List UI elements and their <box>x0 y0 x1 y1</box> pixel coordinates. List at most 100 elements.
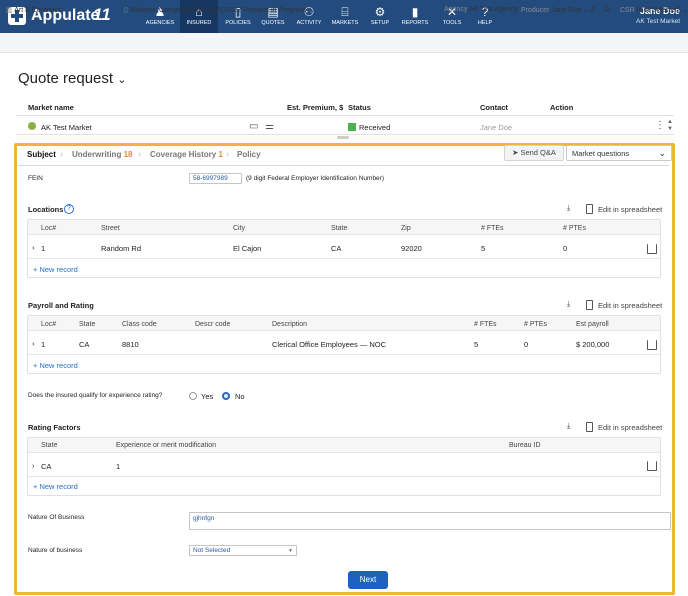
table-cell: $ 200,000 <box>576 340 610 349</box>
rating-factors-title: Rating Factors <box>28 423 81 432</box>
table-cell: Random Rd <box>101 244 142 253</box>
delete-icon[interactable] <box>647 340 657 350</box>
col-header: Class code <box>122 321 157 328</box>
col-header: Experience or merit modification <box>116 442 216 449</box>
col-header: State <box>331 225 348 232</box>
reports-icon: ▮ <box>411 5 419 19</box>
chevron-down-icon: ⌄ <box>308 7 315 14</box>
edit-in-spreadsheet-link[interactable]: Edit in spreadsheet <box>586 300 662 310</box>
table-cell: Clerical Office Employees — NOC <box>272 340 387 349</box>
chevron-right-icon: › <box>138 149 141 159</box>
experience-no-label[interactable]: No <box>235 392 245 401</box>
market-questions-select[interactable]: Market questions ⌄ <box>566 145 672 161</box>
download-icon[interactable]: ⤓ <box>567 299 570 309</box>
download-icon[interactable]: ⤓ <box>567 421 570 431</box>
agency-info: Agency AK Test Agency <box>444 6 518 13</box>
help-icon[interactable]: ? <box>64 204 74 214</box>
new-record-link[interactable]: + New record <box>33 361 78 370</box>
nature-of-business-input[interactable]: gjhnfgn <box>189 512 671 530</box>
setup-icon: ⚙ <box>374 5 386 19</box>
edit-in-spreadsheet-link[interactable]: Edit in spreadsheet <box>586 204 662 214</box>
chevron-right-icon: › <box>226 149 229 159</box>
nav-policies[interactable]: ▯ POLICIES <box>219 0 257 33</box>
page-title[interactable]: Quote request ⌄ <box>18 70 126 87</box>
new-record-link[interactable]: + New record <box>33 482 78 491</box>
next-button[interactable]: Next <box>348 571 388 589</box>
delete-icon[interactable] <box>647 461 657 471</box>
delete-icon[interactable] <box>647 244 657 254</box>
table-cell: 5 <box>474 340 479 349</box>
phone-icon[interactable]: ✆ <box>590 6 596 14</box>
csr-selector[interactable]: CSR [Not Selected] ⌄ <box>620 6 688 14</box>
file-icon <box>586 300 593 310</box>
edit-in-spreadsheet-link[interactable]: Edit in spreadsheet <box>586 422 662 432</box>
brand-mark: 11 <box>93 5 111 24</box>
table-cell: 0 <box>524 340 529 349</box>
nature-of-business-select[interactable]: Not Selected ▼ <box>189 545 297 556</box>
locations-title: Locations <box>28 205 64 214</box>
insured-breadcrumb[interactable]: ▥ Art & Ceramics <box>6 6 61 14</box>
col-header: Est payroll <box>576 321 609 328</box>
more-options-icon[interactable]: ⋮ <box>655 120 665 131</box>
col-header: # FTEs <box>474 321 497 328</box>
fax-icon[interactable]: ⎙ <box>604 6 610 14</box>
contact-name[interactable]: Jane Doe <box>480 123 512 132</box>
producer-selector[interactable]: Producer Jane Doe ⌄ <box>521 6 589 14</box>
expand-row-icon[interactable]: › <box>32 243 35 252</box>
market-logo-icon <box>28 122 36 130</box>
nav-agencies[interactable]: ♟ AGENCIES <box>141 0 179 33</box>
col-header: # PTEs <box>524 321 547 328</box>
settings-sliders-icon[interactable]: ⚌ <box>265 121 274 132</box>
chat-icon[interactable]: ▭ <box>249 121 258 132</box>
markets-icon: ⌸ <box>341 5 349 19</box>
lob-selector[interactable]: ▯ Workers' Compensation 08/21/2022 Reque… <box>124 6 314 14</box>
caret-down-icon: ▼ <box>288 548 293 554</box>
tab-policy[interactable]: Policy <box>237 150 261 159</box>
experience-yes-label[interactable]: Yes <box>201 392 213 401</box>
status-color-icon <box>348 123 356 131</box>
send-qa-button[interactable]: ➤ Send Q&A <box>504 145 564 161</box>
table-cell: 1 <box>41 340 46 349</box>
experience-question: Does the insured qualify for experience … <box>28 392 163 399</box>
tab-underwriting[interactable]: Underwriting 18 <box>72 150 132 159</box>
nav-quotes[interactable]: ▤ QUOTES <box>254 0 292 33</box>
fein-input[interactable]: 58-6997989 <box>189 173 242 184</box>
col-market-name: Market name <box>28 103 74 112</box>
col-action: Action <box>550 103 574 112</box>
nav-insured[interactable]: ⌂ INSURED <box>180 0 218 33</box>
top-navigation-bar: Appulate 11 ♟ AGENCIES ⌂ INSURED ▯ POLICIES… <box>0 0 688 33</box>
context-bar <box>0 33 688 53</box>
market-name[interactable]: AK Test Market <box>41 123 92 132</box>
table-cell: CA <box>41 462 52 471</box>
nav-reports[interactable]: ▮ REPORTS <box>396 0 434 33</box>
experience-yes-radio[interactable] <box>189 392 197 400</box>
tab-coverage-history[interactable]: Coverage History 1 <box>150 150 223 159</box>
divider <box>16 134 674 135</box>
scroll-arrows-icon[interactable]: ▲ ▼ <box>667 119 673 133</box>
nav-markets[interactable]: ⌸ MARKETS <box>326 0 364 33</box>
new-record-link[interactable]: + New record <box>33 265 78 274</box>
nav-activity[interactable]: ⚇ ACTIVITY <box>290 0 328 33</box>
table-cell: 5 <box>481 244 486 253</box>
fein-hint: (9 digit Federal Employer Identification… <box>246 175 385 182</box>
tab-subject[interactable]: Subject <box>27 150 56 159</box>
nav-setup[interactable]: ⚙ SETUP <box>361 0 399 33</box>
resize-handle[interactable] <box>337 136 349 139</box>
nav-help[interactable]: ? HELP <box>466 0 504 33</box>
table-cell: CA <box>79 340 90 349</box>
user-org: AK Test Market <box>636 18 680 25</box>
col-status: Status <box>348 103 371 112</box>
download-icon[interactable]: ⤓ <box>567 203 570 213</box>
col-header: # FTEs <box>481 225 504 232</box>
divider <box>28 258 660 259</box>
nature-of-business-label: Nature Of Business <box>28 514 85 521</box>
experience-no-radio[interactable] <box>222 392 230 400</box>
table-cell: 8810 <box>122 340 139 349</box>
file-icon <box>586 422 593 432</box>
expand-row-icon[interactable]: › <box>32 461 35 470</box>
table-cell: 1 <box>41 244 46 253</box>
col-contact: Contact <box>480 103 508 112</box>
expand-row-icon[interactable]: › <box>32 339 35 348</box>
col-header: Description <box>272 321 308 328</box>
divider <box>18 165 669 166</box>
